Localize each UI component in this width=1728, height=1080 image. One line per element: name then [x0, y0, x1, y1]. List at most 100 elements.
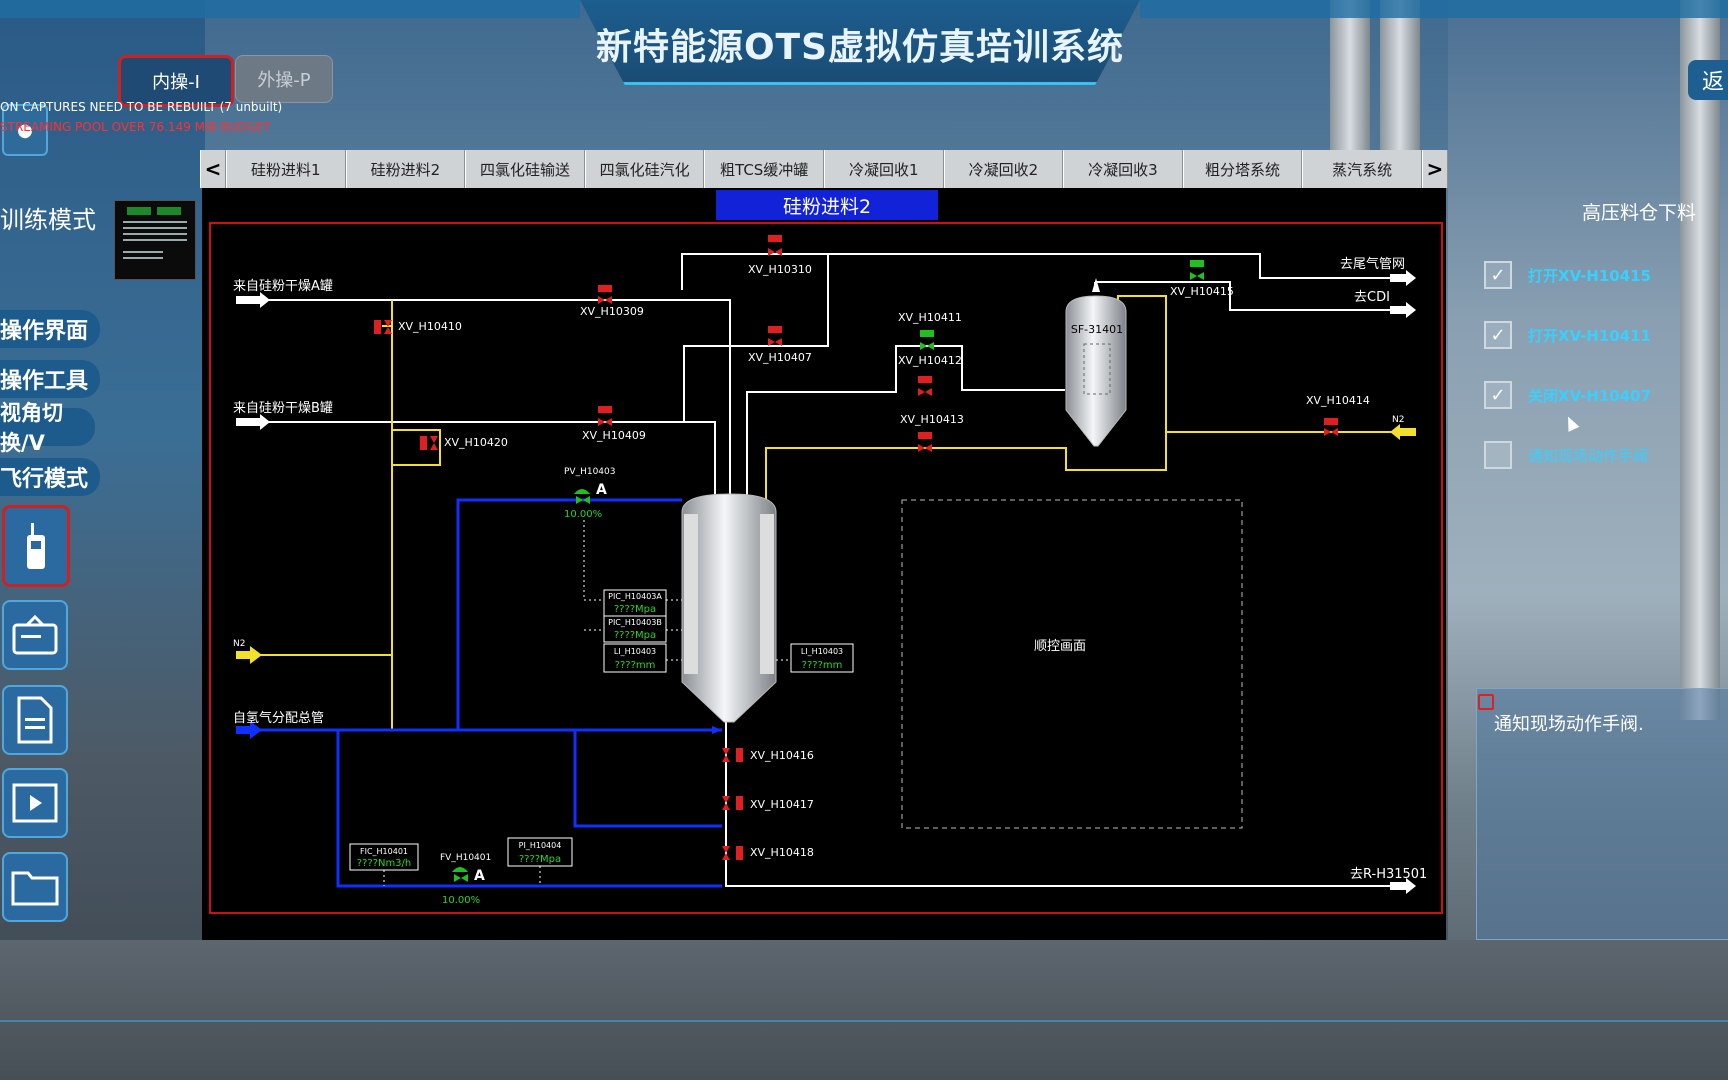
tab-silicon-feed-1[interactable]: 硅粉进料1 [226, 150, 346, 188]
valve-xv-h10410: XV_H10410 [398, 320, 462, 333]
tab-condensation-2[interactable]: 冷凝回收2 [943, 150, 1064, 188]
source-dryer-a: 来自硅粉干燥A罐 [233, 279, 333, 294]
task-item[interactable]: ✓ 打开XV-H10411 [1484, 318, 1651, 352]
valve-xv-h10413: XV_H10413 [900, 413, 964, 426]
walkie-talkie-icon[interactable] [2, 505, 70, 587]
briefcase-icon[interactable] [2, 600, 68, 670]
task-label: 打开XV-H10415 [1528, 266, 1652, 285]
task-label: 关闭XV-H10407 [1528, 386, 1652, 405]
filter-sf31401: SF-31401 [1065, 278, 1127, 447]
training-mode-label: 训练模式 [0, 206, 96, 234]
valve-xv-h10416: XV_H10416 [750, 749, 814, 762]
menu-operation-tools[interactable]: 操作工具 [0, 360, 100, 398]
tab-next-button[interactable]: > [1421, 150, 1448, 188]
task-item[interactable]: 通知现场动作手阀 [1484, 438, 1648, 472]
valve-xv-h10415: XV_H10415 [1170, 285, 1234, 298]
menu-view-switch[interactable]: 视角切换/V [0, 401, 95, 455]
valve-symbols [374, 235, 1338, 882]
fv-h10401-value: 10.00% [442, 895, 480, 906]
floor-line [0, 1020, 1728, 1022]
back-button[interactable]: 返 [1688, 60, 1728, 100]
background-pillar [1680, 0, 1720, 720]
video-icon[interactable] [2, 768, 68, 838]
filter-label: SF-31401 [1071, 323, 1123, 336]
checkbox-empty-icon[interactable] [1484, 441, 1512, 469]
pv-h10403-tag: PV_H10403 [564, 467, 615, 477]
tab-crude-column[interactable]: 粗分塔系统 [1182, 150, 1303, 188]
valve-xv-h10420: XV_H10420 [444, 436, 508, 449]
speaker-icon [1478, 694, 1494, 710]
fic-tag: FIC_H10401 [360, 847, 408, 856]
tab-prev-button[interactable]: < [200, 150, 226, 188]
process-diagram: SF-31401 PIC_H10403A ????Mpa PIC_H10403B… [209, 222, 1443, 914]
pv-h10403-value: 10.00% [564, 509, 602, 520]
valve-xv-h10414: XV_H10414 [1306, 394, 1370, 407]
task-group-title: 高压料仓下料 [1582, 202, 1697, 224]
dest-r-h31501: 去R-H31501 [1350, 867, 1427, 882]
valve-xv-h10407: XV_H10407 [748, 351, 812, 364]
feed-hopper-vessel [681, 493, 777, 723]
app-title: 新特能源OTS虚拟仿真培训系统 [595, 27, 1125, 68]
diagram-frame [209, 222, 1443, 914]
menu-operation-interface[interactable]: 操作界面 [0, 310, 100, 348]
checkbox-checked-icon[interactable]: ✓ [1484, 381, 1512, 409]
stream-labels: 来自硅粉干燥A罐 来自硅粉干燥B罐 N2 自氢气分配总管 去尾气管网 去CDI … [233, 256, 1427, 882]
pic-a-tag: PIC_H10403A [608, 592, 662, 601]
valve-xv-h10418: XV_H10418 [750, 846, 814, 859]
source-n2-left: N2 [233, 639, 245, 649]
tab-tcs-buffer[interactable]: 粗TCS缓冲罐 [704, 150, 824, 188]
menu-flight-mode[interactable]: 飞行模式 [0, 458, 100, 496]
fic-value[interactable]: ????Nm3/h [357, 858, 412, 869]
li-right-value[interactable]: ????mm [802, 660, 843, 671]
task-label: 打开XV-H10411 [1528, 326, 1652, 345]
white-pipes [236, 253, 1410, 887]
pi-tag: PI_H10404 [519, 841, 562, 850]
floor [0, 940, 1728, 1080]
task-item[interactable]: ✓ 关闭XV-H10407 [1484, 378, 1651, 412]
title-wing-right [1140, 0, 1728, 18]
pic-b-value[interactable]: ????Mpa [614, 630, 656, 641]
fv-h10401-tag: FV_H10401 [440, 853, 491, 863]
debug-warning: STREAMING POOL OVER 76.149 MiB BUDGET [0, 120, 271, 134]
tab-condensation-3[interactable]: 冷凝回收3 [1063, 150, 1183, 188]
dest-tail-gas: 去尾气管网 [1340, 256, 1405, 272]
title-wing-left [0, 0, 580, 18]
tab-condensation-1[interactable]: 冷凝回收1 [823, 150, 944, 188]
fv-h10401-mode: A [474, 868, 485, 884]
process-tab-bar: < 硅粉进料1 硅粉进料2 四氯化硅输送 四氯化硅汽化 粗TCS缓冲罐 冷凝回收… [200, 150, 1448, 188]
mode-tab-outer[interactable]: 外操-P [235, 55, 333, 103]
debug-message: ON CAPTURES NEED TO BE REBUILT (7 unbuil… [0, 100, 283, 114]
valve-xv-h10417: XV_H10417 [750, 798, 814, 811]
valve-labels[interactable]: XV_H10310 XV_H10309 XV_H10410 XV_H10407 … [398, 263, 1370, 859]
valve-xv-h10409: XV_H10409 [582, 429, 646, 442]
sequence-frame[interactable] [901, 499, 1243, 829]
source-n2-right: N2 [1392, 415, 1404, 425]
valve-xv-h10411: XV_H10411 [898, 311, 962, 324]
panel-title: 硅粉进料2 [716, 190, 938, 220]
task-item[interactable]: ✓ 打开XV-H10415 [1484, 258, 1651, 292]
pic-b-tag: PIC_H10403B [608, 618, 662, 627]
pv-h10403-mode: A [596, 482, 607, 498]
tab-silicon-feed-2[interactable]: 硅粉进料2 [345, 150, 466, 188]
tab-sicl4-transfer[interactable]: 四氯化硅输送 [465, 150, 585, 188]
blue-pipes [236, 498, 722, 888]
tab-sicl4-vaporization[interactable]: 四氯化硅汽化 [584, 150, 705, 188]
li-left-value[interactable]: ????mm [615, 660, 656, 671]
pic-a-value[interactable]: ????Mpa [614, 604, 656, 615]
li-right-tag: LI_H10403 [801, 647, 843, 656]
dest-cdi: 去CDI [1354, 290, 1390, 305]
source-dryer-b: 来自硅粉干燥B罐 [233, 401, 333, 416]
li-left-tag: LI_H10403 [614, 647, 656, 656]
valve-xv-h10412: XV_H10412 [898, 354, 962, 367]
folder-icon[interactable] [2, 852, 68, 922]
tab-steam-system[interactable]: 蒸汽系统 [1302, 150, 1422, 188]
dcs-panel: SF-31401 PIC_H10403A ????Mpa PIC_H10403B… [202, 188, 1446, 940]
source-hydrogen: 自氢气分配总管 [233, 710, 324, 726]
sequence-label: 顺控画面 [1034, 639, 1086, 654]
checkbox-checked-icon[interactable]: ✓ [1484, 261, 1512, 289]
checkbox-checked-icon[interactable]: ✓ [1484, 321, 1512, 349]
minimap-thumbnail[interactable] [114, 200, 196, 280]
pi-value[interactable]: ????Mpa [519, 854, 561, 865]
document-icon[interactable] [2, 685, 68, 755]
flow-arrows [236, 270, 1416, 894]
